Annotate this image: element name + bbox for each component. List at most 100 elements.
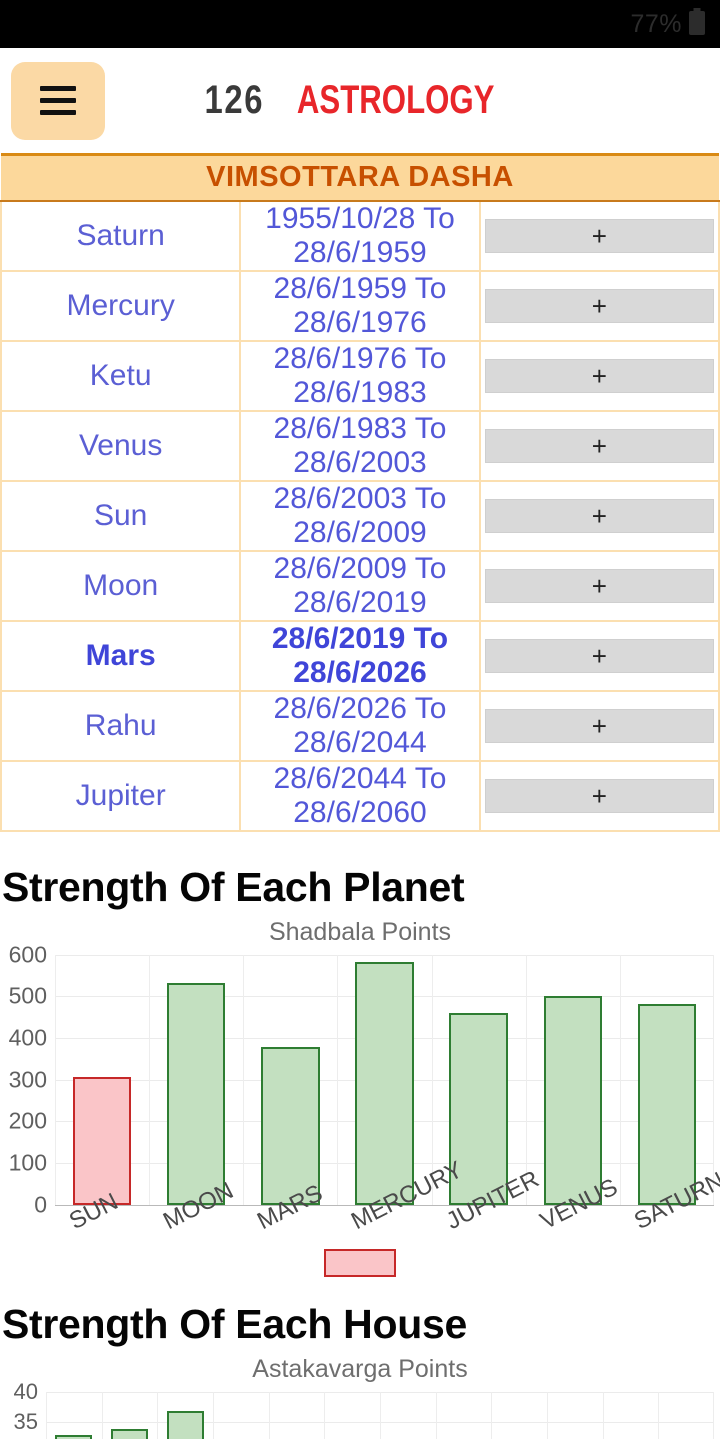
chart-bar[interactable] — [543, 996, 602, 1205]
x-axis-planet: SUN MOON MARS MERCURY JUPITER VENUS SATURN — [0, 1156, 720, 1277]
category-divider — [157, 1391, 159, 1439]
category-divider — [491, 1391, 493, 1439]
gridline — [55, 954, 714, 956]
category-divider — [713, 1391, 714, 1439]
y-axis-tick-label: 100 — [8, 1149, 47, 1176]
dasha-period: 28/6/1983 To 28/6/2003 — [239, 409, 481, 482]
brand-word: ASTROLOGY — [296, 78, 495, 122]
dasha-planet-name: Mars — [0, 619, 242, 692]
dasha-expand-cell: + — [478, 759, 720, 832]
category-divider — [547, 1391, 548, 1439]
table-row[interactable]: Saturn 1955/10/28 To 28/6/1959 + — [0, 199, 720, 272]
table-row[interactable]: Jupiter 28/6/2044 To 28/6/2060 + — [0, 759, 720, 832]
chart-bar[interactable] — [111, 1429, 148, 1439]
expand-dasha-button[interactable]: + — [484, 568, 714, 603]
dasha-expand-cell: + — [478, 269, 720, 342]
vimsottara-dasha-table: VIMSOTTARA DASHA Saturn 1955/10/28 To 28/… — [0, 153, 720, 832]
category-divider — [213, 1391, 214, 1439]
dasha-table-title: VIMSOTTARA DASHA — [1, 154, 719, 202]
brand-number: 126 — [204, 78, 265, 122]
astakavarga-chart: Astakavarga Points 0510152025303540 — [0, 1348, 720, 1439]
dasha-expand-cell: + — [478, 199, 720, 272]
chart-bar[interactable] — [55, 1435, 93, 1439]
dasha-expand-cell: + — [478, 619, 720, 692]
category-divider — [268, 1391, 270, 1439]
dasha-expand-cell: + — [478, 479, 720, 552]
chart-legend-house: Astakavarga Points — [0, 1348, 720, 1392]
dasha-planet-name: Moon — [0, 549, 242, 622]
dasha-planet-name: Rahu — [0, 689, 242, 762]
dasha-expand-cell: + — [478, 409, 720, 482]
dasha-period: 28/6/2009 To 28/6/2019 — [239, 549, 481, 622]
legend-label-astakavarga: Astakavarga Points — [252, 1355, 468, 1383]
expand-dasha-button[interactable]: + — [484, 498, 714, 533]
expand-dasha-button[interactable]: + — [484, 428, 714, 463]
shadbala-chart: Shadbala Points 0 100 200 300 400 500 600 SUN M… — [0, 911, 720, 1277]
dasha-period: 28/6/1976 To 28/6/1983 — [239, 339, 481, 412]
dasha-planet-name: Venus — [0, 409, 242, 482]
dasha-period: 28/6/2019 To 28/6/2026 — [239, 619, 481, 692]
dasha-expand-cell: + — [478, 339, 720, 412]
expand-dasha-button[interactable]: + — [484, 358, 714, 393]
y-axis-tick-label: 35 — [13, 1408, 38, 1434]
dasha-planet-name: Sun — [0, 479, 242, 552]
category-divider — [149, 954, 151, 1205]
y-axis-tick-label: 400 — [8, 1024, 47, 1051]
dasha-period: 28/6/1959 To 28/6/1976 — [239, 269, 481, 342]
chart-legend-planet: Shadbala Points — [0, 911, 720, 1277]
dasha-period: 1955/10/28 To 28/6/1959 — [239, 199, 481, 272]
y-axis-tick-label: 40 — [13, 1378, 38, 1404]
dasha-period: 28/6/2026 To 28/6/2044 — [239, 689, 481, 762]
chart-bar[interactable] — [637, 1003, 697, 1205]
app-header: 126 ASTROLOGY — [0, 48, 720, 153]
category-divider — [324, 1391, 326, 1439]
expand-dasha-button[interactable]: + — [484, 638, 714, 673]
expand-dasha-button[interactable]: + — [484, 778, 714, 813]
table-row[interactable]: Mars 28/6/2019 To 28/6/2026 + — [0, 619, 720, 692]
chart-bar[interactable] — [166, 1411, 204, 1439]
hamburger-bar-1 — [40, 86, 76, 91]
expand-dasha-button[interactable]: + — [484, 218, 714, 253]
dasha-period: 28/6/2003 To 28/6/2009 — [239, 479, 481, 552]
dasha-planet-name: Saturn — [0, 199, 242, 272]
dasha-expand-cell: + — [478, 689, 720, 762]
table-row[interactable]: Ketu 28/6/1976 To 28/6/1983 + — [0, 339, 720, 412]
table-row[interactable]: Venus 28/6/1983 To 28/6/2003 + — [0, 409, 720, 482]
dasha-table-body: Saturn 1955/10/28 To 28/6/1959 + Mercury 28/… — [0, 199, 720, 832]
status-bar: 77% — [0, 0, 720, 48]
dasha-planet-name: Jupiter — [0, 759, 242, 832]
hamburger-menu-icon[interactable] — [11, 61, 105, 140]
table-header-row: VIMSOTTARA DASHA — [1, 154, 719, 202]
dasha-expand-cell: + — [478, 549, 720, 622]
y-axis-tick-label: 500 — [8, 982, 47, 1009]
legend-label-shadbala: Shadbala Points — [268, 918, 452, 946]
table-row[interactable]: Rahu 28/6/2026 To 28/6/2044 + — [0, 689, 720, 762]
category-divider — [337, 954, 339, 1205]
table-row[interactable]: Sun 28/6/2003 To 28/6/2009 + — [0, 479, 720, 552]
expand-dasha-button[interactable]: + — [484, 708, 714, 743]
battery-percent-label: 77% — [630, 9, 682, 38]
plot-area-house: 0510152025303540 — [0, 1379, 720, 1439]
hamburger-bar-3 — [40, 110, 76, 115]
battery-icon — [688, 7, 706, 41]
brand-logo: 126 ASTROLOGY — [0, 78, 720, 123]
page-title-house-strength: Strength Of Each House — [2, 1300, 467, 1347]
category-divider — [101, 1391, 103, 1439]
y-axis-tick-label: 200 — [8, 1107, 47, 1134]
y-axis-tick-label: 600 — [8, 941, 47, 967]
table-row[interactable]: Mercury 28/6/1959 To 28/6/1976 + — [0, 269, 720, 342]
plot-area-planet: 0 100 200 300 400 500 600 — [0, 941, 720, 1217]
category-divider — [435, 1391, 437, 1439]
category-divider — [602, 1391, 604, 1439]
chart-bar[interactable] — [167, 982, 226, 1205]
expand-dasha-button[interactable]: + — [484, 288, 714, 323]
category-divider — [658, 1391, 660, 1439]
page-title-planet-strength: Strength Of Each Planet — [2, 863, 465, 910]
dasha-planet-name: Ketu — [0, 339, 242, 412]
house-strength-section: Strength Of Each House — [0, 1301, 720, 1348]
dasha-planet-name: Mercury — [0, 269, 242, 342]
chart-bar[interactable] — [72, 1077, 132, 1205]
chart-bar[interactable] — [355, 961, 414, 1205]
planet-plot-canvas — [55, 954, 714, 1206]
table-row[interactable]: Moon 28/6/2009 To 28/6/2019 + — [0, 549, 720, 622]
